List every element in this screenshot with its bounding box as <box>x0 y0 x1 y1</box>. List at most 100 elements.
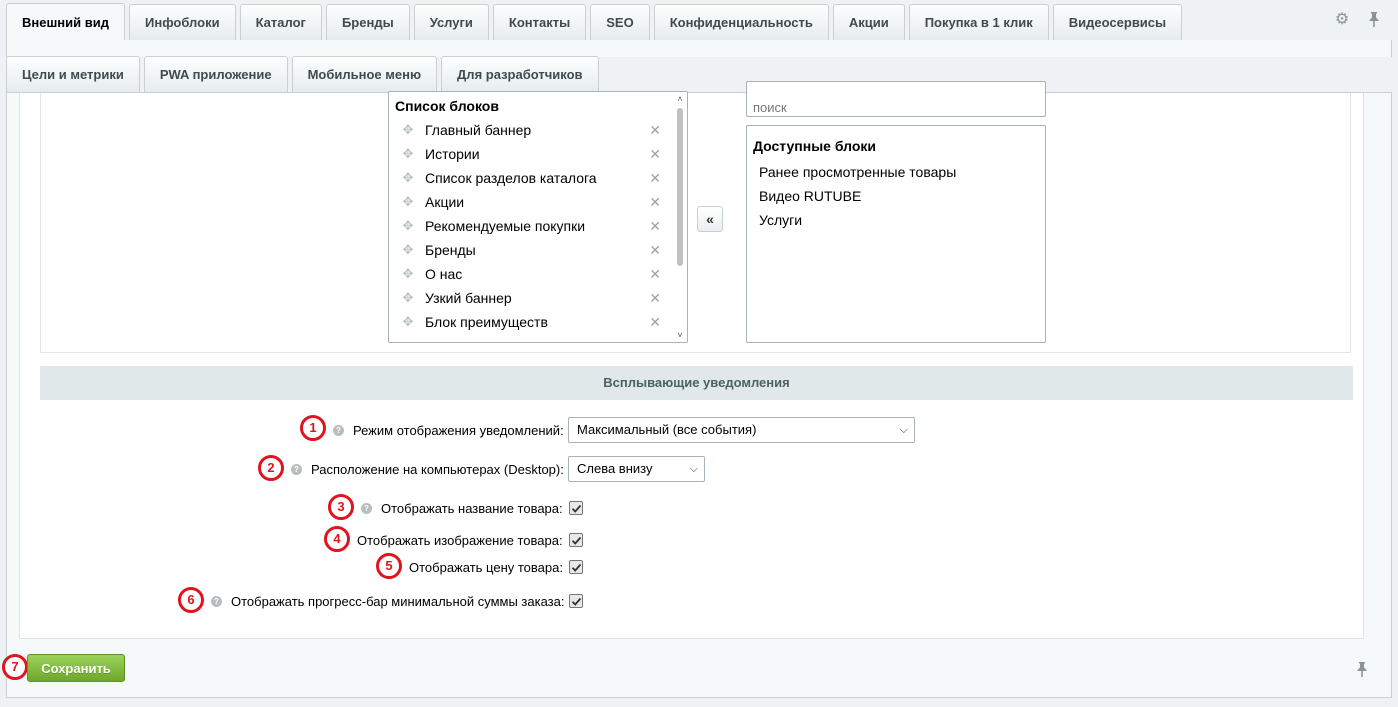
close-icon[interactable]: ✕ <box>649 242 661 259</box>
available-item[interactable]: Ранее просмотренные товары <box>759 164 956 180</box>
available-item[interactable]: Видео RUTUBE <box>759 188 861 204</box>
list-item[interactable]: ✥ Рекомендуемые покупки ✕ <box>401 214 661 238</box>
blocks-list[interactable]: Список блоков ✥ Главный баннер ✕ ✥ Истор… <box>388 91 688 343</box>
marker-badge: 3 <box>328 494 354 520</box>
position-row: ? Расположение на компьютерах (Desktop): <box>291 456 564 482</box>
close-icon[interactable]: ✕ <box>649 170 661 187</box>
position-select-value: Слева внизу <box>577 461 653 476</box>
help-icon[interactable]: ? <box>291 463 302 475</box>
tab-catalog[interactable]: Каталог <box>239 4 322 40</box>
show-price-checkbox[interactable] <box>569 560 583 574</box>
tab-brands[interactable]: Бренды <box>325 4 410 40</box>
close-icon[interactable]: ✕ <box>649 314 661 331</box>
chevron-down-icon: ⌵ <box>689 463 698 475</box>
help-icon[interactable]: ? <box>211 595 222 607</box>
tab-contacts[interactable]: Контакты <box>492 4 587 40</box>
tabs-row-main: Внешний вид Инфоблоки Каталог Бренды Усл… <box>6 3 1186 40</box>
tab-video-services[interactable]: Видеосервисы <box>1052 4 1183 40</box>
search-input[interactable] <box>746 81 1046 117</box>
save-button[interactable]: Сохранить <box>27 654 125 682</box>
mode-select[interactable]: Максимальный (все события) ⌵ <box>568 417 915 443</box>
list-item[interactable]: ✥ Истории ✕ <box>401 142 661 166</box>
drag-move-icon[interactable]: ✥ <box>401 266 415 281</box>
available-item[interactable]: Услуги <box>759 212 802 228</box>
blocks-list-title: Список блоков <box>395 98 499 114</box>
drag-move-icon[interactable]: ✥ <box>401 242 415 257</box>
show-image-row: Отображать изображение товара: <box>357 527 563 553</box>
show-image-checkbox[interactable] <box>569 533 583 547</box>
list-item[interactable]: ✥ Узкий баннер ✕ <box>401 286 661 310</box>
pin-icon[interactable] <box>1366 11 1382 27</box>
position-select[interactable]: Слева внизу ⌵ <box>568 456 705 482</box>
show-name-row: ? Отображать название товара: <box>361 495 563 521</box>
help-icon[interactable]: ? <box>333 424 344 436</box>
drag-move-icon[interactable]: ✥ <box>401 146 415 161</box>
list-item-label: Истории <box>425 146 480 162</box>
mode-row: ? Режим отображения уведомлений: <box>333 417 564 443</box>
marker-badge: 6 <box>178 587 204 613</box>
tab-goals-metrics[interactable]: Цели и метрики <box>6 56 140 92</box>
list-item[interactable]: ✥ Акции ✕ <box>401 190 661 214</box>
blocks-area: Список блоков ✥ Главный баннер ✕ ✥ Истор… <box>40 81 1351 353</box>
drag-move-icon[interactable]: ✥ <box>401 314 415 329</box>
tab-appearance[interactable]: Внешний вид <box>6 3 125 40</box>
show-price-label: Отображать цену товара: <box>409 559 563 575</box>
close-icon[interactable]: ✕ <box>649 218 661 235</box>
list-item[interactable]: ✥ Бренды ✕ <box>401 238 661 262</box>
show-progress-checkbox[interactable] <box>569 594 583 608</box>
marker-badge: 4 <box>324 526 350 552</box>
tab-promotions[interactable]: Акции <box>832 4 905 40</box>
show-image-label: Отображать изображение товара: <box>357 532 563 548</box>
drag-move-icon[interactable]: ✥ <box>401 194 415 209</box>
settings-content: Список блоков ✥ Главный баннер ✕ ✥ Истор… <box>6 81 1392 698</box>
tab-one-click-buy[interactable]: Покупка в 1 клик <box>908 4 1049 40</box>
tab-services[interactable]: Услуги <box>413 4 489 40</box>
scroll-down-icon[interactable]: ˅ <box>675 330 685 340</box>
tab-mobile-menu[interactable]: Мобильное меню <box>291 56 438 92</box>
marker-badge: 2 <box>258 455 284 481</box>
gear-icon[interactable]: ⚙ <box>1334 11 1350 28</box>
list-item[interactable]: ✥ Список разделов каталога ✕ <box>401 166 661 190</box>
close-icon[interactable]: ✕ <box>649 146 661 163</box>
move-to-list-button[interactable]: « <box>697 206 723 232</box>
position-label: Расположение на компьютерах (Desktop): <box>311 461 564 477</box>
marker-badge: 1 <box>300 415 326 441</box>
list-item-label: Список разделов каталога <box>425 170 597 186</box>
drag-move-icon[interactable]: ✥ <box>401 170 415 185</box>
list-item[interactable]: ✥ О нас ✕ <box>401 262 661 286</box>
drag-move-icon[interactable]: ✥ <box>401 122 415 137</box>
scroll-thumb[interactable] <box>677 108 683 266</box>
list-item-label: Рекомендуемые покупки <box>425 218 586 234</box>
close-icon[interactable]: ✕ <box>649 122 661 139</box>
list-item-label: О нас <box>425 266 463 282</box>
list-item[interactable]: ✥ Блок преимуществ ✕ <box>401 310 661 334</box>
tabs-row-secondary: Цели и метрики PWA приложение Мобильное … <box>6 56 603 92</box>
top-icons: ⚙ <box>1334 11 1382 28</box>
close-icon[interactable]: ✕ <box>649 194 661 211</box>
tab-privacy[interactable]: Конфиденциальность <box>653 4 829 40</box>
list-item[interactable]: ✥ Главный баннер ✕ <box>401 118 661 142</box>
show-name-checkbox[interactable] <box>569 501 583 515</box>
mode-label: Режим отображения уведомлений: <box>353 422 564 438</box>
pin-icon[interactable] <box>1356 661 1368 681</box>
chevron-down-icon: ⌵ <box>899 424 908 436</box>
available-blocks: Доступные блоки Ранее просмотренные това… <box>746 125 1046 343</box>
show-progress-row: ? Отображать прогресс-бар минимальной су… <box>211 588 564 614</box>
drag-move-icon[interactable]: ✥ <box>401 218 415 233</box>
close-icon[interactable]: ✕ <box>649 266 661 283</box>
show-name-label: Отображать название товара: <box>381 500 563 516</box>
tab-seo[interactable]: SEO <box>590 4 650 40</box>
scroll-up-icon[interactable]: ˄ <box>675 94 685 104</box>
show-progress-label: Отображать прогресс-бар минимальной сумм… <box>231 593 565 609</box>
close-icon[interactable]: ✕ <box>649 290 661 307</box>
settings-panel: Список блоков ✥ Главный баннер ✕ ✥ Истор… <box>19 81 1364 639</box>
tab-pwa[interactable]: PWA приложение <box>143 56 288 92</box>
list-item-label: Бренды <box>425 242 476 258</box>
help-icon[interactable]: ? <box>361 502 372 514</box>
list-scrollbar[interactable]: ˄ ˅ <box>673 92 687 342</box>
tab-infoblocks[interactable]: Инфоблоки <box>129 4 236 40</box>
notifications-section-header: Всплывающие уведомления <box>40 366 1353 400</box>
list-item-label: Главный баннер <box>425 122 532 138</box>
drag-move-icon[interactable]: ✥ <box>401 290 415 305</box>
tab-developers[interactable]: Для разработчиков <box>441 56 599 92</box>
